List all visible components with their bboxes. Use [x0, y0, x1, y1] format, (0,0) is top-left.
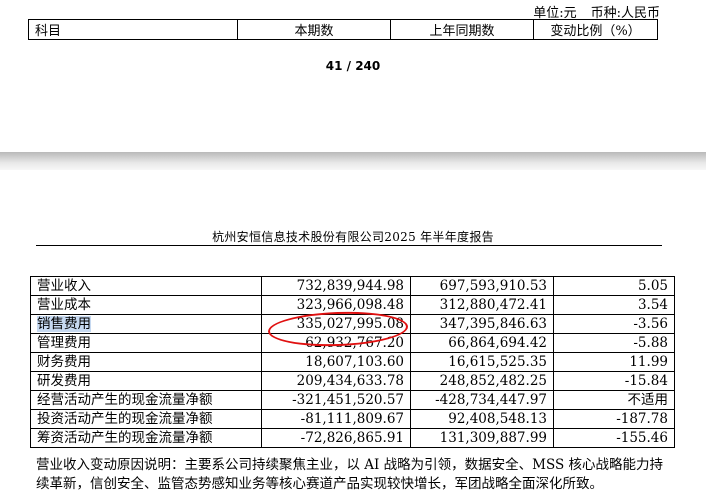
page-separator [0, 152, 706, 170]
change-ratio: 3.54 [553, 295, 675, 315]
current-value: 18,607,103.60 [261, 352, 411, 372]
row-label: 研发费用 [30, 371, 262, 391]
current-value: 323,966,098.48 [261, 295, 411, 315]
header-cell-ratio: 变动比例（%） [533, 19, 658, 40]
change-ratio: -15.84 [553, 371, 675, 391]
current-value: 209,434,633.78 [261, 371, 411, 391]
change-ratio: -155.46 [553, 428, 675, 448]
current-value: -81,111,809.67 [261, 409, 411, 429]
table-row: 销售费用 335,027,995.08 347,395,846.63 -3.56 [30, 314, 675, 334]
previous-value: 66,864,694.42 [410, 333, 554, 353]
row-label: 销售费用 [30, 314, 262, 334]
change-ratio: -3.56 [553, 314, 675, 334]
previous-value: 16,615,525.35 [410, 352, 554, 372]
financial-table: 营业收入 732,839,944.98 697,593,910.53 5.05 营业成本… [30, 276, 675, 448]
current-value: 732,839,944.98 [261, 276, 411, 296]
header-cell-current: 本期数 [237, 19, 391, 40]
change-ratio: -5.88 [553, 333, 675, 353]
table-row: 营业收入 732,839,944.98 697,593,910.53 5.05 [30, 276, 675, 296]
header-cell-subject: 科目 [28, 19, 238, 40]
row-label-text: 投资活动产生的现金流量净额 [37, 411, 213, 427]
row-label-text: 研发费用 [37, 373, 91, 389]
change-ratio: 11.99 [553, 352, 675, 372]
row-label-text: 营业成本 [37, 297, 91, 313]
table-row: 管理费用 62,932,767.20 66,864,694.42 -5.88 [30, 333, 675, 353]
row-label-text: 销售费用 [37, 316, 91, 332]
header-cell-previous: 上年同期数 [390, 19, 534, 40]
page-number: 41 / 240 [325, 59, 381, 73]
row-label: 财务费用 [30, 352, 262, 372]
previous-page-table-header: 科目 本期数 上年同期数 变动比例（%） [28, 19, 658, 40]
previous-value: 312,880,472.41 [410, 295, 554, 315]
previous-value: 697,593,910.53 [410, 276, 554, 296]
row-label-text: 财务费用 [37, 354, 91, 370]
table-row: 筹资活动产生的现金流量净额 -72,826,865.91 131,309,887.9… [30, 428, 675, 448]
row-label: 经营活动产生的现金流量净额 [30, 390, 262, 410]
row-label-text: 筹资活动产生的现金流量净额 [37, 430, 213, 446]
table-row: 研发费用 209,434,633.78 248,852,482.25 -15.84 [30, 371, 675, 391]
change-ratio: -187.78 [553, 409, 675, 429]
current-value: -72,826,865.91 [261, 428, 411, 448]
row-label: 管理费用 [30, 333, 262, 353]
revenue-change-explanation: 营业收入变动原因说明：主要系公司持续聚焦主业，以 AI 战略为引领，数据安全、M… [36, 457, 664, 492]
row-label-text: 管理费用 [37, 335, 91, 351]
row-label: 投资活动产生的现金流量净额 [30, 409, 262, 429]
row-label: 营业成本 [30, 295, 262, 315]
row-label: 筹资活动产生的现金流量净额 [30, 428, 262, 448]
current-value: -321,451,520.57 [261, 390, 411, 410]
table-row: 投资活动产生的现金流量净额 -81,111,809.67 92,408,548.13… [30, 409, 675, 429]
report-running-title: 杭州安恒信息技术股份有限公司2025 年半年度报告 [212, 230, 494, 244]
row-label-text: 营业收入 [37, 278, 91, 294]
change-ratio: 不适用 [553, 390, 675, 410]
table-row: 营业成本 323,966,098.48 312,880,472.41 3.54 [30, 295, 675, 315]
row-label-text: 经营活动产生的现金流量净额 [37, 392, 213, 408]
title-rule [36, 245, 662, 246]
change-ratio: 5.05 [553, 276, 675, 296]
table-row: 经营活动产生的现金流量净额 -321,451,520.57 -428,734,447… [30, 390, 675, 410]
current-value: 335,027,995.08 [261, 314, 411, 334]
current-value: 62,932,767.20 [261, 333, 411, 353]
previous-value: -428,734,447.97 [410, 390, 554, 410]
previous-value: 92,408,548.13 [410, 409, 554, 429]
previous-value: 131,309,887.99 [410, 428, 554, 448]
table-row: 财务费用 18,607,103.60 16,615,525.35 11.99 [30, 352, 675, 372]
previous-value: 248,852,482.25 [410, 371, 554, 391]
row-label: 营业收入 [30, 276, 262, 296]
previous-value: 347,395,846.63 [410, 314, 554, 334]
